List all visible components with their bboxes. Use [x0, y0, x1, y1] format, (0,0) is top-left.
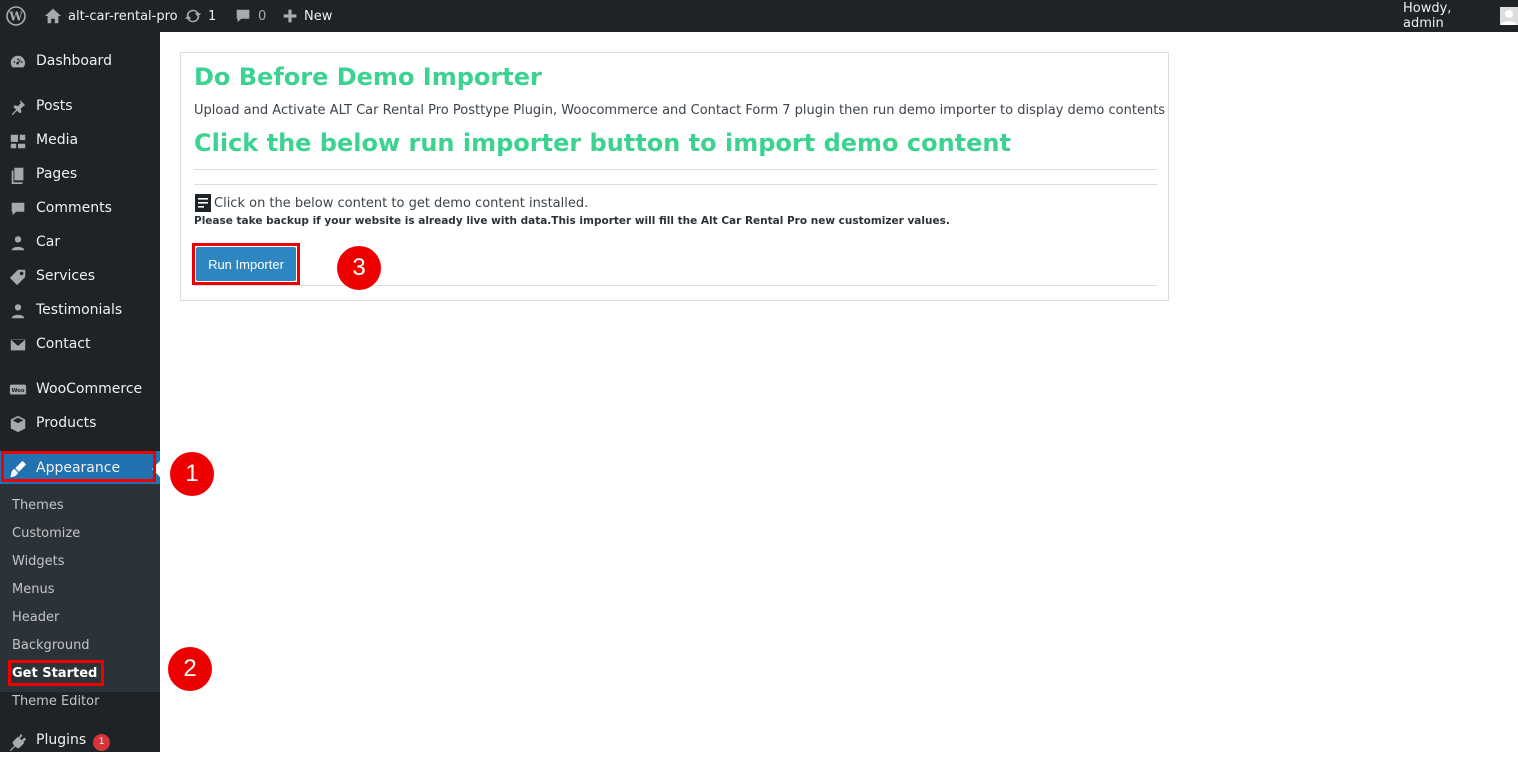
sidebar-item-plugins[interactable]: Plugins 1	[0, 724, 160, 758]
sidebar-item-label: Services	[36, 268, 96, 284]
backup-warning: Please take backup if your website is al…	[194, 215, 950, 227]
sidebar-item-label: WooCommerce	[36, 381, 143, 397]
section-heading: Click the below run importer button to i…	[194, 129, 1011, 157]
howdy-text: Howdy, admin	[1403, 1, 1452, 31]
site-name-link[interactable]: alt-car-rental-pro	[44, 0, 178, 32]
comment-icon	[236, 9, 250, 23]
highlight-get-started	[8, 660, 104, 686]
updates-link[interactable]: 1	[184, 0, 216, 32]
sidebar-item-posts[interactable]: Posts	[0, 89, 160, 123]
plugins-label: Plugins	[36, 731, 87, 748]
submenu-item-widgets[interactable]: Widgets	[12, 548, 65, 576]
sidebar-item-label: Plugins 1	[36, 731, 111, 751]
pin-icon	[8, 97, 28, 117]
svg-text:Woo: Woo	[11, 388, 24, 394]
sidebar-item-services[interactable]: Services	[0, 259, 160, 293]
new-label: New	[304, 8, 333, 24]
submenu-item-header[interactable]: Header	[12, 604, 59, 632]
sidebar-item-label: Comments	[36, 200, 112, 216]
sidebar-item-label: Products	[36, 415, 97, 431]
dashboard-icon	[8, 52, 28, 72]
sidebar-item-label: Posts	[36, 98, 73, 114]
page-title: Do Before Demo Importer	[194, 63, 542, 91]
my-account-link[interactable]: Howdy, admin	[1403, 0, 1518, 32]
svg-text:W: W	[8, 10, 23, 24]
submenu-item-menus[interactable]: Menus	[12, 576, 54, 604]
users-icon	[8, 301, 28, 321]
sidebar-item-label: Pages	[36, 166, 78, 182]
submenu-item-theme-editor[interactable]: Theme Editor	[12, 688, 99, 716]
highlight-run-importer	[192, 243, 300, 285]
avatar	[1500, 7, 1518, 25]
users-icon	[8, 233, 28, 253]
annotation-number-3: 3	[337, 246, 381, 290]
plus-icon	[283, 9, 297, 23]
sidebar-item-pages[interactable]: Pages	[0, 157, 160, 191]
woocommerce-icon: Woo	[8, 380, 28, 400]
email-icon	[8, 335, 28, 355]
comments-count: 0	[258, 8, 267, 24]
sidebar-item-contact[interactable]: Contact	[0, 327, 160, 361]
plugins-update-badge: 1	[93, 733, 111, 751]
sidebar-item-label: Contact	[36, 336, 91, 352]
admin-bar: W alt-car-rental-pro 1 0 New Howdy, admi…	[0, 0, 1518, 32]
comments-link[interactable]: 0	[234, 0, 266, 32]
box-icon	[8, 414, 28, 434]
new-content-link[interactable]: New	[282, 0, 332, 32]
sidebar-item-media[interactable]: Media	[0, 123, 160, 157]
sidebar-item-testimonials[interactable]: Testimonials	[0, 293, 160, 327]
annotation-number-1: 1	[170, 452, 214, 496]
sidebar-item-car[interactable]: Car	[0, 225, 160, 259]
sidebar-item-label: Media	[36, 132, 79, 148]
sidebar-item-dashboard[interactable]: Dashboard	[0, 44, 160, 78]
comment-icon	[8, 199, 28, 219]
tag-icon	[8, 267, 28, 287]
media-icon	[8, 131, 28, 151]
instructions-text: Upload and Activate ALT Car Rental Pro P…	[194, 103, 1166, 118]
plugin-icon	[8, 732, 28, 752]
sidebar-item-label: Dashboard	[36, 53, 112, 69]
divider	[194, 184, 1157, 185]
divider	[194, 169, 1157, 170]
annotation-number-2: 2	[168, 647, 212, 691]
sidebar-item-label: Car	[36, 234, 61, 250]
site-name: alt-car-rental-pro	[68, 8, 178, 24]
refresh-icon	[184, 9, 202, 23]
admin-sidebar: Dashboard Posts Media Pages Comments Car…	[0, 32, 160, 752]
highlight-appearance	[1, 451, 156, 482]
home-icon	[44, 8, 62, 24]
sidebar-item-label: Testimonials	[36, 302, 123, 318]
instruction-text: Click on the below content to get demo c…	[214, 195, 589, 211]
sidebar-item-comments[interactable]: Comments	[0, 191, 160, 225]
demo-importer-card: Do Before Demo Importer Upload and Activ…	[180, 52, 1169, 301]
pages-icon	[8, 165, 28, 185]
sidebar-item-products[interactable]: Products	[0, 406, 160, 440]
instruction-row: Click on the below content to get demo c…	[194, 193, 588, 213]
updates-count: 1	[208, 8, 217, 24]
wordpress-logo-icon[interactable]: W	[6, 0, 26, 32]
document-icon	[195, 194, 211, 212]
divider	[194, 285, 1157, 286]
submenu-item-background[interactable]: Background	[12, 632, 90, 660]
submenu-item-themes[interactable]: Themes	[12, 492, 64, 520]
submenu-item-customize[interactable]: Customize	[12, 520, 80, 548]
sidebar-item-woocommerce[interactable]: Woo WooCommerce	[0, 372, 160, 406]
